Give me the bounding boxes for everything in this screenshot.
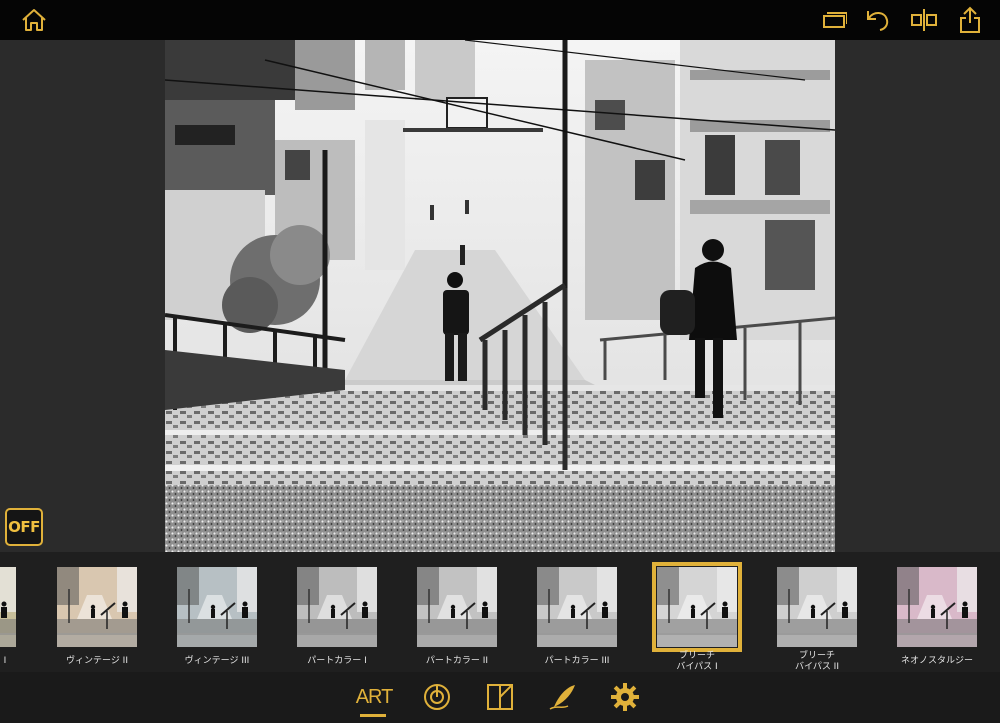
filter-thumbnail[interactable] — [297, 567, 377, 647]
filter-label: ヴィンテージ II — [66, 656, 128, 666]
filter-thumbnail[interactable] — [177, 567, 257, 647]
settings-icon[interactable] — [607, 680, 643, 714]
filter-label: ブリーチ バイパス I — [676, 651, 718, 672]
filter-thumbnail[interactable] — [897, 567, 977, 647]
compare-icon[interactable] — [908, 4, 940, 36]
effect-off-toggle[interactable]: OFF — [5, 508, 43, 546]
filter-label: ネオノスタルジー — [900, 656, 973, 666]
filter-thumbnail[interactable] — [417, 567, 497, 647]
art-tab[interactable]: ART — [355, 680, 394, 717]
filter-thumbnail[interactable] — [777, 567, 857, 647]
filter-strip[interactable]: I ヴィンテージ II ヴィンテージ III パートカラー I パートカラー II パート… — [0, 552, 1000, 672]
undo-icon[interactable] — [862, 4, 894, 36]
share-icon[interactable] — [954, 4, 986, 36]
filter-thumbnail[interactable] — [652, 562, 742, 652]
bottom-toolbar: ART — [0, 672, 1000, 723]
active-tab-indicator — [360, 714, 386, 717]
signature-icon[interactable] — [545, 680, 581, 714]
edited-photo[interactable] — [165, 40, 835, 552]
filter-label: ヴィンテージ III — [184, 656, 250, 666]
home-icon[interactable] — [18, 4, 50, 36]
top-toolbar — [0, 0, 1000, 40]
filter-thumbnail[interactable] — [537, 567, 617, 647]
filter-thumbnail[interactable] — [57, 567, 137, 647]
crop-icon[interactable] — [818, 4, 850, 36]
filter-thumbnail[interactable] — [0, 567, 16, 647]
adjust-icon[interactable] — [419, 680, 455, 714]
filter-label: パートカラー I — [307, 656, 367, 666]
filter-label: ブリーチ バイパス II — [795, 651, 839, 672]
filter-label: パートカラー II — [425, 656, 489, 666]
art-tab-label: ART — [355, 685, 394, 708]
filter-label: パートカラー III — [544, 656, 610, 666]
frame-icon[interactable] — [482, 680, 518, 714]
